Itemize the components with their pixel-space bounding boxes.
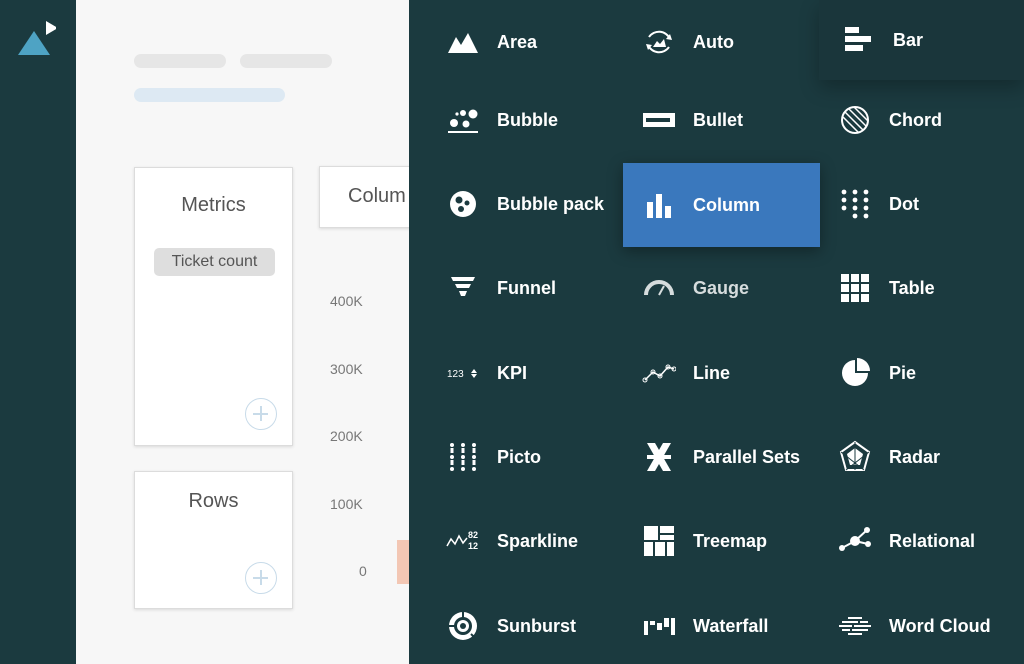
y-axis-tick: 300K xyxy=(330,361,363,377)
placeholder-bar xyxy=(240,54,332,68)
chart-type-label: Parallel Sets xyxy=(693,446,801,467)
chart-type-line[interactable]: Line xyxy=(605,331,801,415)
add-row-icon[interactable] xyxy=(245,562,277,594)
chart-type-bubble-pack[interactable]: Bubble pack xyxy=(409,162,605,246)
chart-type-relational[interactable]: Relational xyxy=(801,499,997,583)
chart-type-waterfall[interactable]: Waterfall xyxy=(605,584,801,664)
chart-type-label: Picto xyxy=(497,446,542,467)
waterfall-icon xyxy=(642,609,676,643)
chart-type-label: Relational xyxy=(889,530,976,551)
chart-bar xyxy=(397,540,409,584)
chart-type-radar[interactable]: Radar xyxy=(801,415,997,499)
treemap-icon xyxy=(642,524,676,558)
chart-type-table[interactable]: Table xyxy=(801,246,997,330)
y-axis-tick: 200K xyxy=(330,428,363,444)
line-icon xyxy=(642,356,676,390)
y-axis-tick: 400K xyxy=(330,293,363,309)
relational-icon xyxy=(838,524,872,558)
chart-type-column[interactable]: Column xyxy=(623,163,820,247)
chart-type-bubble[interactable]: Bubble xyxy=(409,78,605,162)
chart-type-label: Pie xyxy=(889,362,917,383)
builder-canvas: Metrics Ticket count Rows Colum 400K 300… xyxy=(76,0,409,664)
parallel-sets-icon xyxy=(642,440,676,474)
chart-type-gauge[interactable]: Gauge xyxy=(605,246,801,330)
bullet-icon xyxy=(642,103,676,137)
kpi-icon: 123 xyxy=(446,356,480,390)
picto-icon xyxy=(446,440,480,474)
chart-type-picker: Area Auto Bar Bubble Bullet Chord Bubble… xyxy=(409,0,1024,664)
chart-type-label: Sunburst xyxy=(497,615,576,636)
chart-type-parallel-sets[interactable]: Parallel Sets xyxy=(605,415,801,499)
chart-type-sparkline[interactable]: 82 12 Sparkline xyxy=(409,499,605,583)
bubble-pack-icon xyxy=(446,187,480,221)
bubble-icon xyxy=(446,103,480,137)
chord-icon xyxy=(838,103,872,137)
metrics-title: Metrics xyxy=(181,194,246,216)
app-rail xyxy=(0,0,76,664)
kpi-icon-text: 123 xyxy=(447,369,464,380)
dot-icon xyxy=(838,187,872,221)
auto-icon xyxy=(642,25,676,59)
gauge-icon xyxy=(642,271,676,305)
placeholder-bar xyxy=(134,54,226,68)
chart-type-funnel[interactable]: Funnel xyxy=(409,246,605,330)
columns-title: Colum xyxy=(348,185,406,207)
chart-type-label: Treemap xyxy=(693,530,768,551)
rows-title: Rows xyxy=(188,490,239,512)
rows-panel: Rows xyxy=(134,471,293,609)
chart-type-bar[interactable]: Bar xyxy=(819,0,1024,80)
metric-chip-ticket-count[interactable]: Ticket count xyxy=(154,248,275,276)
chart-type-label: Bar xyxy=(893,29,924,50)
columns-panel: Colum xyxy=(319,166,409,228)
bar-icon xyxy=(842,23,876,57)
chart-type-label: Bullet xyxy=(693,109,744,130)
sparkline-icon-top-value: 82 xyxy=(468,530,478,540)
chart-type-label: Bubble pack xyxy=(497,193,605,214)
chart-type-word-cloud[interactable]: Word Cloud xyxy=(801,584,997,664)
chart-type-chord[interactable]: Chord xyxy=(801,78,997,162)
chart-type-label: Auto xyxy=(693,31,734,52)
metrics-panel: Metrics Ticket count xyxy=(134,167,293,446)
chart-type-label: Column xyxy=(693,194,760,215)
chart-type-label: Waterfall xyxy=(693,615,769,636)
add-metric-icon[interactable] xyxy=(245,398,277,430)
chart-type-label: Gauge xyxy=(693,277,750,298)
funnel-icon xyxy=(446,271,480,305)
sunburst-icon xyxy=(446,609,480,643)
pie-icon xyxy=(838,356,872,390)
chart-type-kpi[interactable]: 123 KPI xyxy=(409,331,605,415)
chart-type-label: Chord xyxy=(889,109,942,130)
chart-type-label: Table xyxy=(889,277,935,298)
sparkline-icon: 82 12 xyxy=(446,524,480,558)
chart-type-picto[interactable]: Picto xyxy=(409,415,605,499)
chart-type-pie[interactable]: Pie xyxy=(801,331,997,415)
chart-type-label: Line xyxy=(693,362,731,383)
area-icon xyxy=(446,25,480,59)
chart-type-label: Dot xyxy=(889,193,919,214)
chart-type-label: Funnel xyxy=(497,277,556,298)
chart-type-dot[interactable]: Dot xyxy=(801,162,997,246)
chart-type-label: KPI xyxy=(497,362,528,383)
y-axis-tick: 0 xyxy=(359,563,367,579)
radar-icon xyxy=(838,440,872,474)
chart-type-label: Bubble xyxy=(497,109,558,130)
chart-type-bullet[interactable]: Bullet xyxy=(605,78,801,162)
y-axis-tick: 100K xyxy=(330,496,363,512)
column-icon xyxy=(642,188,676,222)
chart-type-treemap[interactable]: Treemap xyxy=(605,499,801,583)
table-icon xyxy=(838,271,872,305)
chart-type-auto[interactable]: Auto xyxy=(605,0,801,84)
chart-type-label: Word Cloud xyxy=(889,615,991,636)
placeholder-bar xyxy=(134,88,285,102)
word-cloud-icon xyxy=(838,609,872,643)
chart-type-label: Sparkline xyxy=(497,530,579,551)
chart-type-sunburst[interactable]: Sunburst xyxy=(409,584,605,664)
chart-type-label: Area xyxy=(497,31,538,52)
app-logo-icon[interactable] xyxy=(16,18,56,58)
sparkline-icon-bottom-value: 12 xyxy=(468,541,478,551)
chart-type-label: Radar xyxy=(889,446,941,467)
chart-type-area[interactable]: Area xyxy=(409,0,605,84)
